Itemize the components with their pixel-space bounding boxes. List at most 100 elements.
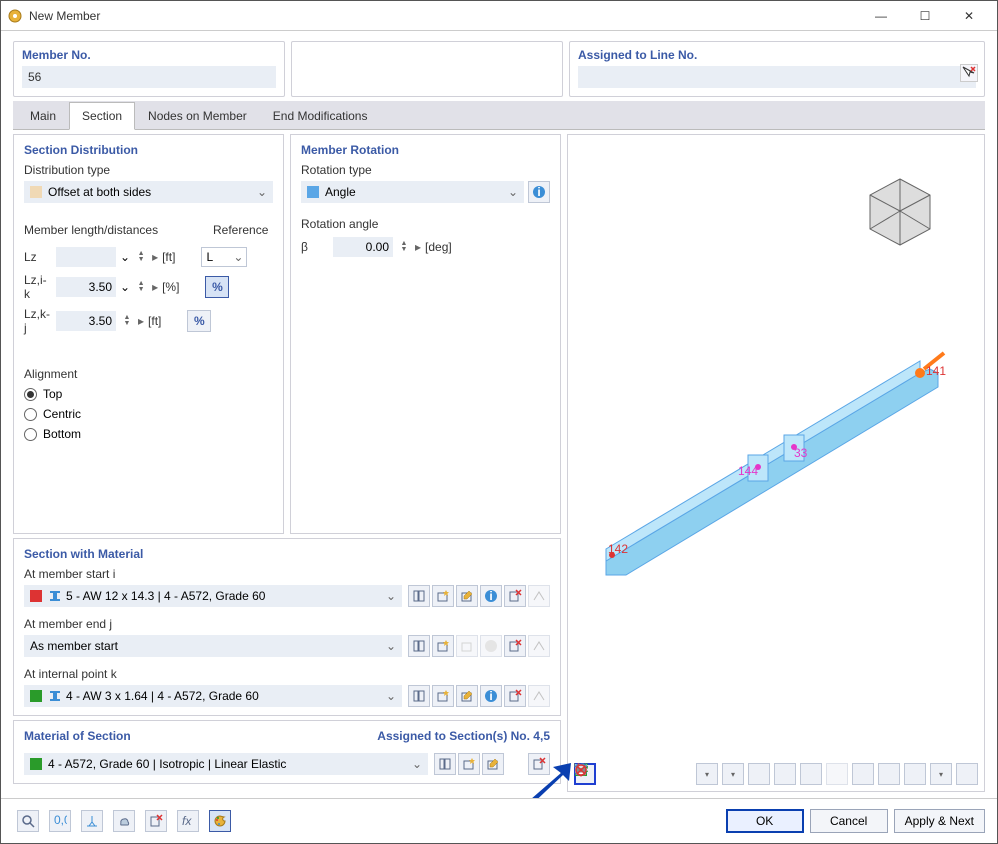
member-no-panel: Member No. — [13, 41, 285, 97]
view-dots-button[interactable]: ▾ — [696, 763, 718, 785]
chevron-down-icon[interactable]: ⌄ — [120, 280, 130, 294]
info-button[interactable]: i — [480, 685, 502, 707]
lzik-input[interactable] — [56, 277, 116, 297]
app-icon — [7, 8, 23, 24]
magnifier-icon — [21, 814, 35, 828]
view-list-button[interactable] — [904, 763, 926, 785]
lz-ref-dropdown[interactable]: L⌄ — [201, 247, 247, 267]
lzik-pct-button[interactable]: % — [205, 276, 229, 298]
arrow-right-icon[interactable]: ▸ — [138, 314, 144, 328]
library-button[interactable] — [408, 635, 430, 657]
flip-button — [528, 685, 550, 707]
cloud-button[interactable] — [113, 810, 135, 832]
view-numbers-button[interactable]: 123 — [852, 763, 874, 785]
cursor-x-icon — [962, 66, 976, 80]
book-icon — [412, 639, 426, 653]
chevron-down-icon[interactable]: ⌄ — [120, 250, 130, 264]
delete-button[interactable] — [504, 685, 526, 707]
align-top-radio[interactable] — [24, 388, 37, 401]
tab-main[interactable]: Main — [17, 102, 69, 130]
dist-type-dropdown[interactable]: Offset at both sides ⌄ — [24, 181, 273, 203]
member-end-dropdown[interactable]: As member start ⌄ — [24, 635, 402, 657]
library-button[interactable] — [434, 753, 456, 775]
edit-icon — [460, 689, 474, 703]
beta-spinner[interactable]: ▲▼ — [397, 241, 411, 253]
align-centric-row[interactable]: Centric — [24, 407, 273, 421]
library-button[interactable] — [408, 685, 430, 707]
ok-button[interactable]: OK — [726, 809, 804, 833]
preview-panel[interactable]: 141 144 33 142 ▾ 100▾ 123 ▾ — [567, 134, 985, 792]
view-section-red-button[interactable] — [800, 763, 822, 785]
arrow-right-icon[interactable]: ▸ — [152, 250, 158, 264]
chevron-down-icon: ⌄ — [386, 589, 396, 603]
rotation-info-button[interactable]: i — [528, 181, 550, 203]
library-button[interactable] — [408, 585, 430, 607]
cancel-button[interactable]: Cancel — [810, 809, 888, 833]
lz-spinner[interactable]: ▲▼ — [134, 251, 148, 263]
lz-row: Lz ⌄ ▲▼ ▸ [ft] L⌄ — [24, 247, 273, 267]
member-start-value: 5 - AW 12 x 14.3 | 4 - A572, Grade 60 — [66, 589, 265, 603]
member-no-input[interactable] — [22, 66, 276, 88]
rotation-type-dropdown[interactable]: Angle ⌄ — [301, 181, 524, 203]
internal-point-dropdown[interactable]: 4 - AW 3 x 1.64 | 4 - A572, Grade 60 ⌄ — [24, 685, 402, 707]
cloud-icon — [117, 814, 131, 828]
info-button[interactable]: i — [480, 585, 502, 607]
reset-x-icon — [574, 763, 588, 777]
support-button[interactable] — [81, 810, 103, 832]
view-scale-button[interactable]: 100▾ — [722, 763, 744, 785]
maximize-button[interactable]: ☐ — [903, 2, 947, 30]
pick-line-button[interactable] — [960, 64, 978, 82]
chevron-down-icon: ⌄ — [412, 757, 422, 771]
edit-button[interactable] — [456, 585, 478, 607]
assigned-line-input[interactable] — [578, 66, 976, 88]
align-bottom-radio[interactable] — [24, 428, 37, 441]
material-value: 4 - A572, Grade 60 | Isotropic | Linear … — [48, 757, 286, 771]
lzkj-input[interactable] — [56, 311, 116, 331]
lz-ref-value: L — [206, 250, 213, 264]
arrow-right-icon[interactable]: ▸ — [152, 280, 158, 294]
align-bottom-row[interactable]: Bottom — [24, 427, 273, 441]
new-button[interactable] — [432, 635, 454, 657]
edit-button[interactable] — [456, 685, 478, 707]
units-button[interactable]: 0,00 — [49, 810, 71, 832]
new-button[interactable] — [432, 585, 454, 607]
assigned-line-panel: Assigned to Line No. — [569, 41, 985, 97]
new-button[interactable] — [458, 753, 480, 775]
member-start-dropdown[interactable]: 5 - AW 12 x 14.3 | 4 - A572, Grade 60 ⌄ — [24, 585, 402, 607]
material-dropdown[interactable]: 4 - A572, Grade 60 | Isotropic | Linear … — [24, 753, 428, 775]
view-grid-button[interactable] — [878, 763, 900, 785]
lzkj-pct-button[interactable]: % — [187, 310, 211, 332]
reset-button[interactable] — [956, 763, 978, 785]
chevron-down-icon: ⌄ — [386, 639, 396, 653]
clear-button[interactable] — [145, 810, 167, 832]
minimize-button[interactable]: — — [859, 2, 903, 30]
header-row: Member No. Assigned to Line No. — [1, 31, 997, 101]
new-button[interactable] — [432, 685, 454, 707]
tab-section[interactable]: Section — [69, 102, 135, 130]
section-dist-title: Section Distribution — [24, 143, 273, 157]
view-side-button[interactable] — [774, 763, 796, 785]
fx-button[interactable]: fx — [177, 810, 199, 832]
align-top-row[interactable]: Top — [24, 387, 273, 401]
rotation-title: Member Rotation — [301, 143, 550, 157]
tab-nodes[interactable]: Nodes on Member — [135, 102, 260, 130]
tab-end-mod[interactable]: End Modifications — [260, 102, 381, 130]
lzik-spinner[interactable]: ▲▼ — [134, 281, 148, 293]
align-centric-radio[interactable] — [24, 408, 37, 421]
close-button[interactable]: ✕ — [947, 2, 991, 30]
delete-button[interactable] — [504, 585, 526, 607]
section-with-material-panel: Section with Material At member start i … — [13, 538, 561, 716]
delete-button[interactable] — [504, 635, 526, 657]
arrow-right-icon[interactable]: ▸ — [415, 240, 421, 254]
palette-button[interactable] — [209, 810, 231, 832]
delete-x-icon — [508, 589, 522, 603]
edit-button[interactable] — [482, 753, 504, 775]
lz-input[interactable] — [56, 247, 116, 267]
beta-input[interactable] — [333, 237, 393, 257]
apply-next-button[interactable]: Apply & Next — [894, 809, 985, 833]
help-button[interactable] — [17, 810, 39, 832]
view-axo-button[interactable] — [748, 763, 770, 785]
lzkj-row: Lz,k-j ▲▼ ▸ [ft] % — [24, 307, 273, 335]
print-button[interactable]: ▾ — [930, 763, 952, 785]
lzkj-spinner[interactable]: ▲▼ — [120, 315, 134, 327]
